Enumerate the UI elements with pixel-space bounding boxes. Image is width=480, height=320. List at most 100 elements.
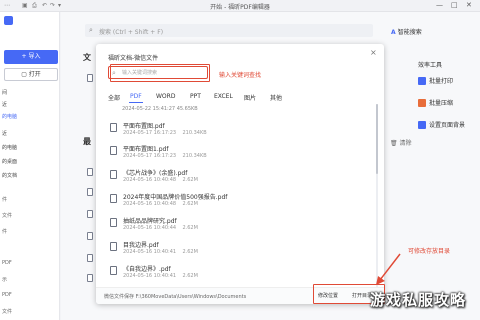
- batch-print-icon: [418, 77, 426, 85]
- pdf-file-icon: [110, 123, 117, 132]
- sidebar-item-recent[interactable]: 近: [2, 130, 7, 137]
- bg-file-icon-4: [87, 232, 93, 240]
- tab-images[interactable]: 图片: [244, 93, 256, 102]
- scrollbar-thumb[interactable]: [376, 104, 378, 174]
- bg-file-icon-5: [87, 254, 93, 262]
- file-date: 2024-05-17 16:17:23: [123, 130, 177, 136]
- bg-file-icon-2: [87, 188, 93, 196]
- annotation-arrow-icon: [376, 253, 401, 285]
- file-name: 抽纸品品牌研究.pdf: [123, 218, 177, 225]
- window-title: 开始 - 福昕PDF编辑器: [210, 4, 270, 11]
- file-row[interactable]: 平面布置图1.pdf 2024-05-17 16:17:23 210.34KB: [110, 144, 370, 164]
- batch-compress-label: 批量压缩: [429, 100, 454, 107]
- file-date: 2024-05-16 10:40:44: [123, 225, 177, 231]
- file-name: 《芯片战争》(余盛).pdf: [123, 170, 188, 177]
- minimize-button[interactable]: —: [436, 1, 443, 9]
- tool-batch-print[interactable]: 批量打印: [418, 76, 453, 85]
- file-meta: 2024-05-16 10:40:41 2.62M: [123, 249, 198, 255]
- file-row[interactable]: 目我边界.pdf 2024-05-16 10:40:41 2.62M: [110, 240, 370, 260]
- tab-pdf[interactable]: PDF: [130, 93, 142, 100]
- open-label: 打开: [28, 71, 41, 78]
- sidebar-item-files-d[interactable]: 文件: [2, 308, 12, 315]
- clear-history-button[interactable]: 🗑 清除: [390, 138, 412, 147]
- tool-batch-compress[interactable]: 批量压缩: [418, 98, 453, 107]
- ai-search-label: 智能搜索: [397, 29, 422, 36]
- close-window-button[interactable]: ✕: [466, 1, 472, 9]
- dialog-close-icon[interactable]: ×: [370, 48, 377, 57]
- sidebar-item-0[interactable]: 间: [2, 89, 7, 96]
- batch-print-label: 批量打印: [429, 78, 454, 85]
- file-meta: 2024-05-17 16:17:23 210.34KB: [123, 153, 207, 159]
- bg-file-icon-6: [87, 274, 93, 282]
- file-name: 目我边界.pdf: [123, 242, 159, 249]
- file-type-tabs: 全部 PDF WORD PPT EXCEL 图片 其他: [108, 93, 308, 103]
- clear-label: 清除: [399, 140, 412, 147]
- dialog-title: 福昕文档-微信文件: [108, 55, 159, 62]
- global-search-placeholder: 搜索 (Ctrl + Shift + F): [99, 29, 164, 36]
- sidebar-item-my-desktop[interactable]: 的桌面: [2, 158, 17, 165]
- file-size: 2.62M: [182, 201, 198, 207]
- tab-other[interactable]: 其他: [270, 93, 282, 102]
- file-row[interactable]: 《自我边界》.pdf 2024-05-16 10:40:41 2.62M: [110, 264, 370, 284]
- file-name: 《自我边界》.pdf: [123, 266, 171, 273]
- sidebar: + 导入 ▢ 打开 间 近 的电脑 近 的电脑 的桌面 的文档 件 文件 件 P…: [0, 12, 60, 320]
- pdf-file-icon: [110, 218, 117, 227]
- file-meta: 2024-05-16 10:40:48 2.62M: [123, 201, 198, 207]
- pdf-file-icon: [110, 170, 117, 179]
- bg-file-icon-3: [87, 210, 93, 218]
- sidebar-item-files-b[interactable]: 文件: [2, 212, 12, 219]
- file-date: 2024-05-16 10:40:41: [123, 249, 177, 255]
- file-name: 平面布置图.pdf: [123, 123, 165, 130]
- ai-search-button[interactable]: A 智能搜索: [391, 27, 422, 36]
- sidebar-item-show[interactable]: 示: [2, 276, 7, 283]
- partial-file-meta: 2024-05-22 15:41:27 45.65KB: [122, 106, 198, 112]
- app-logo-icon: [4, 16, 13, 25]
- tab-ppt[interactable]: PPT: [190, 93, 201, 100]
- wechat-files-dialog: 福昕文档-微信文件 × ⌕ 全部 PDF WORD PPT EXCEL 图片 其…: [96, 44, 384, 310]
- batch-compress-icon: [418, 99, 426, 107]
- sidebar-item-pdf-a[interactable]: PDF: [2, 260, 12, 266]
- tool-page-background[interactable]: 设置页面背景: [418, 120, 465, 129]
- sidebar-item-1[interactable]: 近: [2, 101, 7, 108]
- file-date: 2024-05-17 16:17:23: [123, 153, 177, 159]
- file-meta: 2024-05-17 16:17:23 210.34KB: [123, 130, 207, 136]
- file-meta: 2024-05-16 10:40:48 2.62M: [123, 177, 198, 183]
- file-size: 2.62M: [182, 177, 198, 183]
- file-row[interactable]: 2024年度中国品牌价值500强报告.pdf 2024-05-16 10:40:…: [110, 192, 370, 212]
- search-icon: ⌕: [89, 26, 93, 34]
- tab-all[interactable]: 全部: [108, 93, 120, 102]
- trash-icon: 🗑: [390, 140, 400, 147]
- pdf-file-icon: [110, 242, 117, 251]
- sidebar-item-files-c[interactable]: 件: [2, 228, 7, 235]
- global-search-bar[interactable]: ⌕ 搜索 (Ctrl + Shift + F): [85, 24, 373, 37]
- file-row[interactable]: 平面布置图.pdf 2024-05-17 16:17:23 210.34KB: [110, 121, 370, 141]
- file-date: 2024-05-16 10:40:48: [123, 177, 177, 183]
- pdf-file-icon: [110, 146, 117, 155]
- sidebar-item-2[interactable]: 的电脑: [2, 113, 17, 120]
- tab-excel[interactable]: EXCEL: [214, 93, 233, 100]
- page-background-label: 设置页面背景: [429, 122, 466, 129]
- sidebar-item-my-documents[interactable]: 的文档: [2, 172, 17, 179]
- pdf-file-icon: [110, 194, 117, 203]
- sidebar-item-my-computer[interactable]: 的电脑: [2, 144, 17, 151]
- efficiency-tools-heading: 效率工具: [418, 62, 443, 69]
- tab-word[interactable]: WORD: [156, 93, 175, 100]
- watermark: 游戏私服攻略: [370, 291, 467, 309]
- folder-icon: ▢: [21, 71, 29, 78]
- title-bar: ⋯ ▣ ⎙ ↶ ↷ ▾ 开始 - 福昕PDF编辑器 — □ ✕: [0, 0, 480, 12]
- import-button[interactable]: + 导入: [4, 50, 58, 64]
- file-size: 2.62M: [182, 225, 198, 231]
- file-row[interactable]: 《芯片战争》(余盛).pdf 2024-05-16 10:40:48 2.62M: [110, 168, 370, 188]
- file-size: 2.62M: [182, 249, 198, 255]
- pdf-file-icon: [110, 266, 117, 275]
- sidebar-item-pdf-b[interactable]: PDF: [2, 292, 12, 298]
- maximize-button[interactable]: □: [451, 1, 458, 9]
- sidebar-item-files-a[interactable]: 件: [2, 196, 7, 203]
- active-tab-indicator: [129, 102, 143, 103]
- save-path: 微信文件保存 F:\360MoveData\Users\Windows\Docu…: [104, 294, 247, 300]
- ai-icon: A: [391, 29, 398, 36]
- file-size: 210.34KB: [182, 153, 207, 159]
- open-button[interactable]: ▢ 打开: [4, 68, 58, 81]
- file-row[interactable]: 抽纸品品牌研究.pdf 2024-05-16 10:40:44 2.62M: [110, 216, 370, 236]
- file-meta: 2024-05-16 10:40:44 2.62M: [123, 225, 198, 231]
